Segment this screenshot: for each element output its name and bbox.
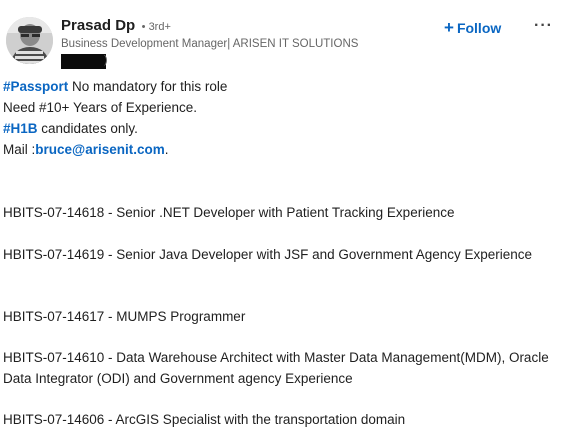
author-avatar[interactable] xyxy=(6,17,53,64)
hashtag-link-passport[interactable]: #Passport xyxy=(3,79,68,94)
post-line-text: candidates only. xyxy=(37,121,138,136)
job-listing-item: HBITS-07-14619 - Senior Java Developer w… xyxy=(3,247,533,262)
author-headline: Business Development Manager| ARISEN IT … xyxy=(61,38,359,50)
job-listing-item: HBITS-07-14610 - Data Warehouse Architec… xyxy=(3,350,549,386)
avatar-image xyxy=(6,17,53,64)
job-listing-item: HBITS-07-14617 - MUMPS Programmer xyxy=(3,309,246,324)
post-line-text: No mandatory for this role xyxy=(68,79,228,94)
plus-icon: + xyxy=(444,18,454,37)
author-name[interactable]: Prasad Dp xyxy=(61,17,135,34)
post-line-mail: Mail :bruce@arisenit.com. xyxy=(3,140,169,160)
mail-prefix: Mail : xyxy=(3,142,36,157)
follow-button[interactable]: + Follow xyxy=(444,18,501,38)
email-link[interactable]: bruce@arisenit.com xyxy=(35,142,164,157)
hashtag-link-h1b[interactable]: #H1B xyxy=(3,121,38,136)
post-line-experience: Need #10+ Years of Experience. xyxy=(3,100,198,115)
job-listing-item: HBITS-07-14606 - ArcGIS Specialist with … xyxy=(3,412,406,427)
post-line-passport: #Passport No mandatory for this role xyxy=(3,77,227,97)
redacted-block xyxy=(61,54,106,69)
post-line-h1b: #H1B candidates only. xyxy=(3,119,138,139)
feed-post: Prasad Dp • 3rd+ Business Development Ma… xyxy=(0,0,565,445)
author-name-row: Prasad Dp • 3rd+ xyxy=(61,16,171,37)
job-listing-item: HBITS-07-14618 - Senior .NET Developer w… xyxy=(3,205,455,220)
mail-suffix: . xyxy=(164,142,169,157)
follow-label: Follow xyxy=(456,20,502,36)
connection-degree: • 3rd+ xyxy=(141,21,171,33)
redacted-tail-text: ) xyxy=(104,54,108,66)
more-options-button[interactable]: ··· xyxy=(534,16,553,36)
